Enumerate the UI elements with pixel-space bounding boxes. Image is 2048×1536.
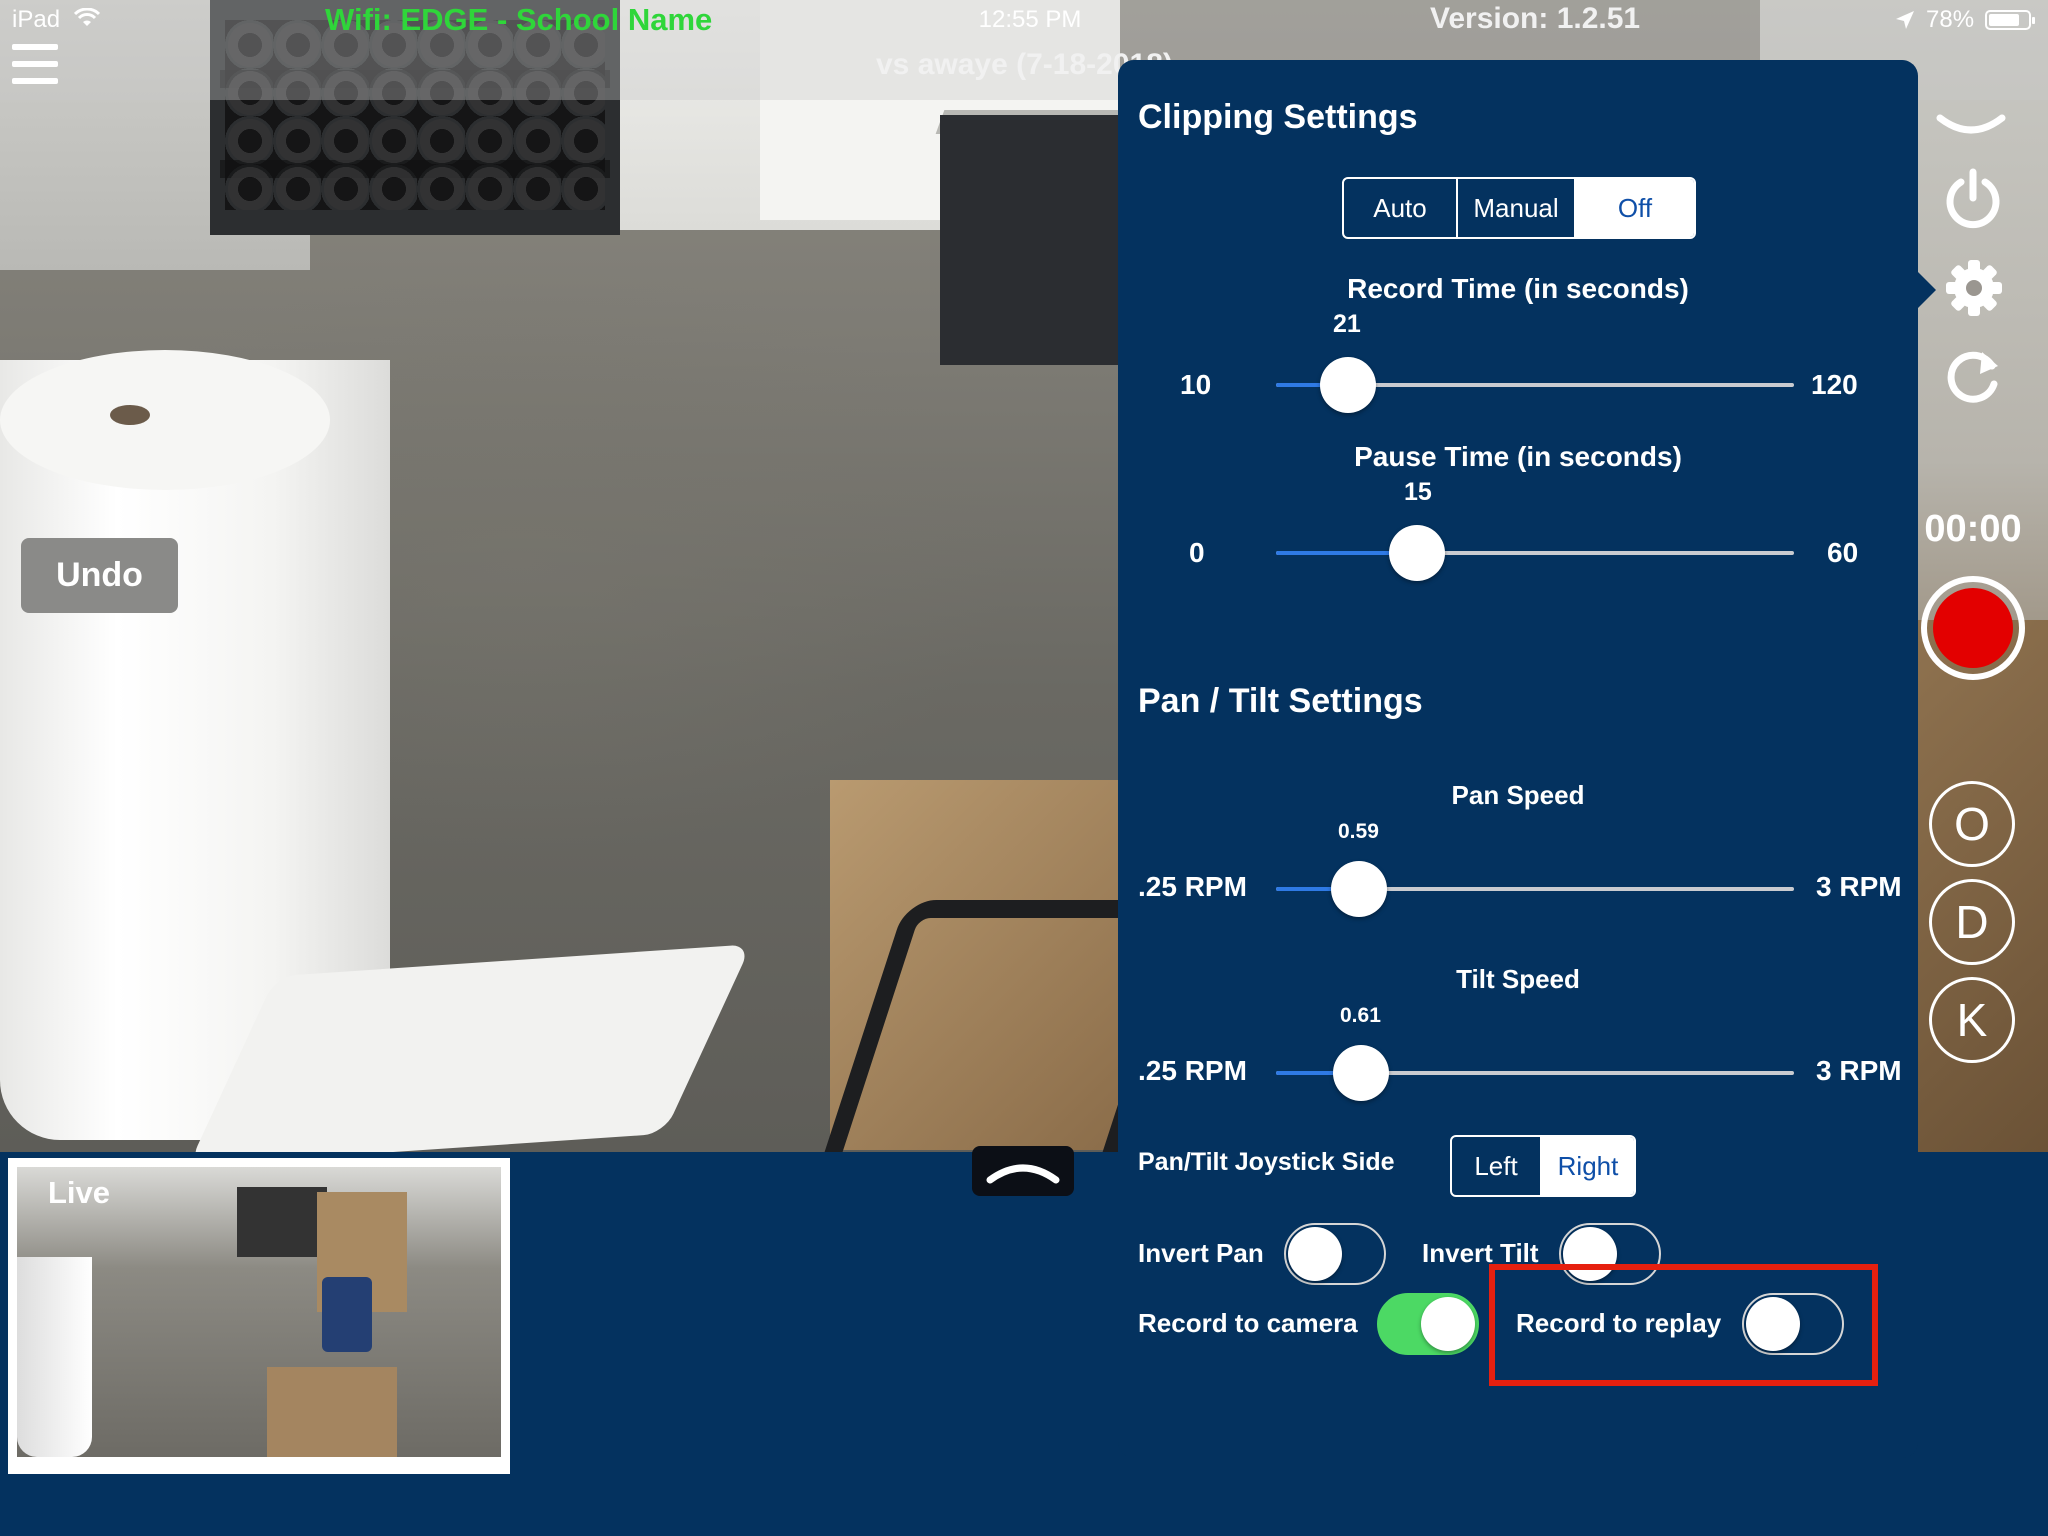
connection-title: Wifi: EDGE - School Name bbox=[325, 2, 713, 37]
undo-button[interactable]: Undo bbox=[21, 538, 178, 613]
joystick-side-label: Pan/Tilt Joystick Side bbox=[1138, 1148, 1395, 1176]
clipping-mode-off[interactable]: Off bbox=[1576, 179, 1694, 237]
pause-time-slider-thumb[interactable] bbox=[1389, 525, 1445, 581]
clipping-mode-auto[interactable]: Auto bbox=[1344, 179, 1458, 237]
invert-pan-label: Invert Pan bbox=[1138, 1238, 1264, 1268]
hamburger-menu-icon[interactable] bbox=[12, 44, 58, 84]
record-to-camera-label: Record to camera bbox=[1138, 1308, 1358, 1338]
pause-time-max: 60 bbox=[1827, 537, 1859, 568]
clipping-settings-title: Clipping Settings bbox=[1138, 98, 1418, 136]
device-name: iPad bbox=[12, 6, 61, 33]
record-time-label: Record Time (in seconds) bbox=[1347, 273, 1689, 304]
joystick-side-left[interactable]: Left bbox=[1452, 1137, 1542, 1195]
pause-time-value: 15 bbox=[1404, 478, 1432, 506]
chevron-down-icon[interactable] bbox=[1936, 112, 2006, 146]
app-version: Version: 1.2.51 bbox=[1430, 2, 1641, 35]
wifi-icon bbox=[74, 8, 100, 26]
foam-roll-core bbox=[110, 405, 150, 425]
invert-pan-toggle[interactable] bbox=[1284, 1223, 1386, 1285]
record-button[interactable] bbox=[1921, 576, 2025, 680]
tilt-speed-label: Tilt Speed bbox=[1456, 964, 1580, 994]
battery-percent: 78% bbox=[1926, 6, 1975, 33]
d-button[interactable]: D bbox=[1929, 879, 2015, 965]
record-time-value: 21 bbox=[1333, 310, 1361, 338]
pan-tilt-settings-title: Pan / Tilt Settings bbox=[1138, 682, 1423, 720]
record-to-camera-toggle[interactable] bbox=[1377, 1293, 1479, 1355]
o-button[interactable]: O bbox=[1929, 781, 2015, 867]
record-time-min: 10 bbox=[1180, 369, 1212, 400]
pan-speed-label: Pan Speed bbox=[1451, 780, 1585, 810]
record-dot bbox=[1933, 588, 2013, 668]
pan-speed-slider-thumb[interactable] bbox=[1331, 861, 1387, 917]
pan-speed-min: .25 RPM bbox=[1138, 871, 1247, 902]
record-time-slider-thumb[interactable] bbox=[1320, 357, 1376, 413]
pause-time-min: 0 bbox=[1189, 537, 1205, 568]
recording-timer: 00:00 bbox=[1924, 508, 2022, 550]
clipping-mode-manual[interactable]: Manual bbox=[1458, 179, 1576, 237]
refresh-icon[interactable] bbox=[1942, 344, 2004, 406]
foam-roll-top bbox=[0, 350, 330, 490]
pan-speed-max: 3 RPM bbox=[1816, 871, 1902, 902]
clock: 12:55 PM bbox=[978, 6, 1082, 33]
pause-time-label: Pause Time (in seconds) bbox=[1354, 441, 1682, 472]
power-icon[interactable] bbox=[1944, 168, 2002, 230]
gear-icon[interactable] bbox=[1944, 258, 2004, 318]
clipping-mode-control[interactable]: Auto Manual Off bbox=[1342, 177, 1696, 239]
annotation-highlight bbox=[1489, 1264, 1878, 1386]
battery-icon bbox=[1985, 10, 2035, 30]
record-time-max: 120 bbox=[1811, 369, 1858, 400]
expand-up-button[interactable] bbox=[972, 1146, 1074, 1196]
k-button[interactable]: K bbox=[1929, 977, 2015, 1063]
tilt-speed-min: .25 RPM bbox=[1138, 1055, 1247, 1086]
pause-time-slider[interactable] bbox=[1276, 551, 1794, 555]
desk-cabinet bbox=[940, 115, 1120, 365]
joystick-side-right[interactable]: Right bbox=[1542, 1137, 1634, 1195]
tilt-speed-max: 3 RPM bbox=[1816, 1055, 1902, 1086]
joystick-side-control[interactable]: Left Right bbox=[1450, 1135, 1636, 1197]
chevron-up-icon bbox=[986, 1164, 1060, 1184]
tilt-speed-value: 0.61 bbox=[1340, 1004, 1381, 1027]
location-arrow-icon bbox=[1896, 11, 1914, 29]
live-label: Live bbox=[48, 1175, 111, 1210]
tilt-speed-slider-thumb[interactable] bbox=[1333, 1045, 1389, 1101]
pan-speed-value: 0.59 bbox=[1338, 820, 1379, 843]
